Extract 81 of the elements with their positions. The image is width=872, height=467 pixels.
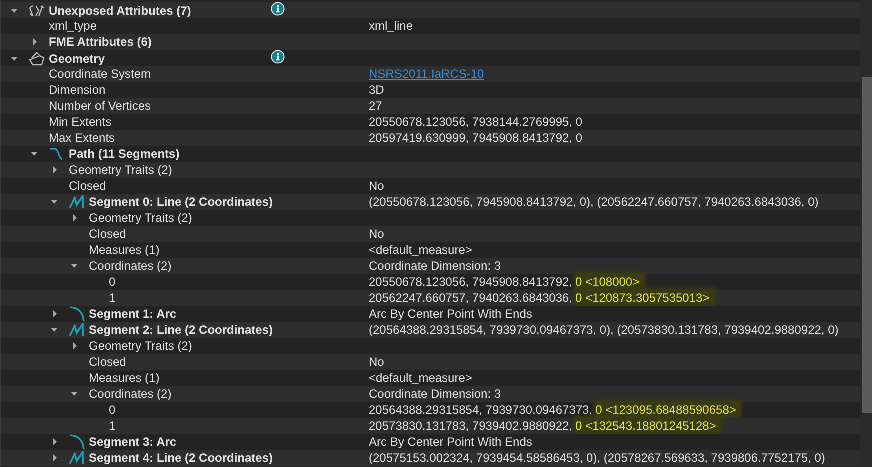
tree-item-label: Dimension <box>49 82 106 98</box>
tree-item-label: Measures (1) <box>89 370 160 386</box>
expand-caret-icon[interactable] <box>71 214 79 222</box>
property-value: 3D <box>369 82 384 98</box>
property-value: 20550678.123056, 7938144.2769995, 0 <box>369 114 583 130</box>
expand-caret-icon[interactable] <box>51 166 59 174</box>
tree-item-label: Closed <box>89 354 126 370</box>
property-value: 20573830.131783, 7939402.9880922, <box>369 418 573 434</box>
tree-item-label[interactable]: Coordinates (2) <box>89 386 172 402</box>
collapse-caret-icon[interactable] <box>11 55 19 63</box>
property-value: No <box>369 354 384 370</box>
property-value: <default_measure> <box>369 370 472 386</box>
tree-item-label[interactable]: Coordinates (2) <box>89 258 172 274</box>
tree-item-label: xml_type <box>49 18 98 34</box>
collapse-caret-icon[interactable] <box>11 7 19 15</box>
zigzag-line-icon <box>69 451 85 465</box>
tree-item-label: Measures (1) <box>89 242 160 258</box>
property-value: 27 <box>369 98 382 114</box>
zigzag-line-icon <box>69 323 85 337</box>
tree-item-label: Number of Vertices <box>49 98 152 114</box>
info-icon[interactable] <box>271 2 285 16</box>
property-value: xml_line <box>369 18 414 34</box>
property-value: Coordinate Dimension: 3 <box>369 258 502 274</box>
collapse-caret-icon[interactable] <box>71 390 79 398</box>
tree-item-label[interactable]: Path (11 Segments) <box>69 146 180 162</box>
measure-value-highlight: 0 <120873.3057535013> <box>576 290 714 306</box>
tree-item-label: 1 <box>109 290 116 306</box>
tree-item-label: Closed <box>69 178 106 194</box>
property-value: Coordinate Dimension: 3 <box>369 386 502 402</box>
expand-caret-icon[interactable] <box>31 38 39 46</box>
collapse-caret-icon[interactable] <box>31 150 39 158</box>
tree-item-label[interactable]: Geometry Traits (2) <box>69 162 172 178</box>
tree-item-label[interactable]: Geometry <box>49 51 106 67</box>
tree-item-label[interactable]: Geometry Traits (2) <box>89 210 192 226</box>
property-value: 20550678.123056, 7945908.8413792, <box>369 274 573 290</box>
tree-item-label[interactable]: Segment 4: Line (2 Coordinates) <box>89 450 274 466</box>
property-value: 20564388.29315854, 7939730.09467373, <box>369 402 593 418</box>
attributes-icon <box>29 5 45 17</box>
tree-item-label: Coordinate System <box>49 66 152 82</box>
tree-item-label[interactable]: Segment 1: Arc <box>89 306 177 322</box>
tree-item-label[interactable]: Unexposed Attributes (7) <box>49 3 192 19</box>
tree-item-label[interactable]: Segment 2: Line (2 Coordinates) <box>89 322 274 338</box>
info-icon[interactable] <box>271 50 285 64</box>
tree-item-label[interactable]: Segment 0: Line (2 Coordinates) <box>89 194 274 210</box>
tree-item-label[interactable]: Segment 3: Arc <box>89 434 177 450</box>
expand-caret-icon[interactable] <box>71 342 79 350</box>
expand-caret-icon[interactable] <box>51 310 59 318</box>
property-value: (20550678.123056, 7945908.8413792, 0), (20562247.660757, 7940263.6843036, 0) <box>369 194 819 210</box>
collapse-caret-icon[interactable] <box>51 326 59 334</box>
property-value: No <box>369 226 384 242</box>
property-value: (20564388.29315854, 7939730.09467373, 0), (20573830.131783, 7939402.9880922, 0) <box>369 322 839 338</box>
collapse-caret-icon[interactable] <box>71 262 79 270</box>
coordinate-system-link[interactable]: NSRS2011.IaRCS-10 <box>369 66 484 82</box>
tree-item-label: Closed <box>89 226 126 242</box>
scrollbar-track[interactable] <box>860 0 872 467</box>
polygon-icon <box>29 52 45 66</box>
measure-value-highlight: 0 <132543.18801245128> <box>576 418 720 434</box>
tree-item-label[interactable]: FME Attributes (6) <box>49 34 152 50</box>
property-value: (20575153.002324, 7939454.58586453, 0), (20578267.569633, 7939806.7752175, 0) <box>369 450 826 466</box>
property-value: <default_measure> <box>369 242 472 258</box>
collapse-caret-icon[interactable] <box>51 198 59 206</box>
arc-icon <box>69 306 85 322</box>
property-value: 20597419.630999, 7945908.8413792, 0 <box>369 130 583 146</box>
scrollbar-thumb[interactable] <box>862 77 872 413</box>
tree-item-label[interactable]: Geometry Traits (2) <box>89 338 192 354</box>
expand-caret-icon[interactable] <box>51 438 59 446</box>
expand-caret-icon[interactable] <box>51 454 59 462</box>
measure-value-highlight: 0 <108000> <box>576 274 644 290</box>
curve-icon <box>49 147 63 161</box>
arc-icon <box>69 434 85 450</box>
measure-value-highlight: 0 <123095.68488590658> <box>596 402 740 418</box>
property-value: Arc By Center Point With Ends <box>369 306 532 322</box>
property-value: No <box>369 178 384 194</box>
tree-item-label: 1 <box>109 418 116 434</box>
tree-item-label: Min Extents <box>49 114 112 130</box>
zigzag-line-icon <box>69 195 85 209</box>
tree-item-label: 0 <box>109 402 116 418</box>
tree-item-label: Max Extents <box>49 130 116 146</box>
property-value: Arc By Center Point With Ends <box>369 434 532 450</box>
property-value: 20562247.660757, 7940263.6843036, <box>369 290 573 306</box>
tree-item-label: 0 <box>109 274 116 290</box>
